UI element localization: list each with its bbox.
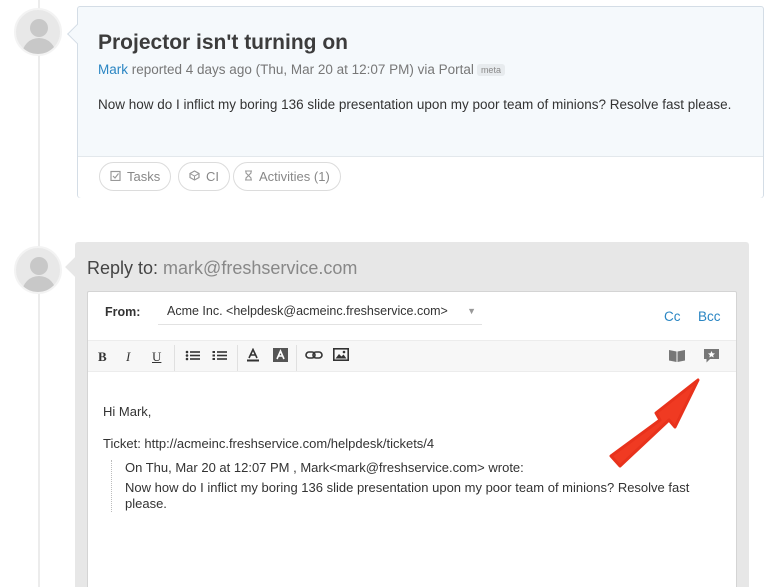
hourglass-icon xyxy=(244,169,253,184)
requester-link[interactable]: Mark xyxy=(98,62,128,77)
numbered-list-icon[interactable] xyxy=(212,348,228,366)
quoted-message: On Thu, Mar 20 at 12:07 PM , Mark<mark@f… xyxy=(111,460,716,512)
greeting-text: Hi Mark, xyxy=(103,404,152,419)
ticket-meta: Mark reported 4 days ago (Thu, Mar 20 at… xyxy=(98,62,505,77)
activities-button[interactable]: Activities (1) xyxy=(233,162,341,191)
link-icon[interactable] xyxy=(305,348,323,366)
canned-response-icon[interactable] xyxy=(702,348,720,366)
underline-button[interactable]: U xyxy=(152,348,161,366)
from-value: Acme Inc. <helpdesk@acmeinc.freshservice… xyxy=(167,303,448,318)
reply-card: Reply to: mark@freshservice.com From: Ac… xyxy=(65,242,749,587)
editor-toolbar: B I U xyxy=(88,340,736,372)
reported-text: reported 4 days ago (Thu, Mar 20 at 12:0… xyxy=(128,62,474,77)
quote-body: Now how do I inflict my boring 136 slide… xyxy=(125,480,690,511)
from-label: From: xyxy=(105,305,141,319)
bold-button[interactable]: B xyxy=(98,348,107,366)
bullet-list-icon[interactable] xyxy=(185,348,201,366)
user-avatar-icon xyxy=(30,257,48,275)
bcc-link[interactable]: Bcc xyxy=(698,309,721,324)
italic-button[interactable]: I xyxy=(126,348,130,366)
text-color-icon[interactable] xyxy=(246,347,260,366)
cc-link[interactable]: Cc xyxy=(664,309,681,324)
from-row: From: Acme Inc. <helpdesk@acmeinc.freshs… xyxy=(88,292,736,332)
user-avatar-icon xyxy=(30,19,48,37)
ticket-title: Projector isn't turning on xyxy=(98,31,348,54)
chevron-down-icon: ▼ xyxy=(467,306,476,316)
tasks-label: Tasks xyxy=(127,169,161,184)
activities-label: Activities (1) xyxy=(259,169,330,184)
quote-attribution: On Thu, Mar 20 at 12:07 PM , Mark<mark@f… xyxy=(125,460,524,475)
ci-button[interactable]: CI xyxy=(178,162,230,191)
requester-avatar xyxy=(14,8,62,56)
ticket-url-text: Ticket: http://acmeinc.freshservice.com/… xyxy=(103,436,435,451)
tasks-icon xyxy=(110,170,121,184)
meta-badge[interactable]: meta xyxy=(476,64,505,77)
reply-to-header: Reply to: mark@freshservice.com xyxy=(87,258,358,278)
tasks-button[interactable]: Tasks xyxy=(99,162,172,191)
solutions-book-icon[interactable] xyxy=(668,348,686,366)
ticket-description: Now how do I inflict my boring 136 slide… xyxy=(98,97,732,112)
agent-avatar xyxy=(14,246,62,294)
ticket-card: Projector isn't turning on Mark reported… xyxy=(67,6,764,198)
image-icon[interactable] xyxy=(333,348,349,366)
ci-icon xyxy=(189,169,200,184)
ci-label: CI xyxy=(206,169,219,184)
from-select[interactable]: Acme Inc. <helpdesk@acmeinc.freshservice… xyxy=(158,297,482,325)
background-color-icon[interactable] xyxy=(272,348,288,366)
reply-to-email: mark@freshservice.com xyxy=(163,258,358,278)
reply-editor: From: Acme Inc. <helpdesk@acmeinc.freshs… xyxy=(87,291,737,587)
